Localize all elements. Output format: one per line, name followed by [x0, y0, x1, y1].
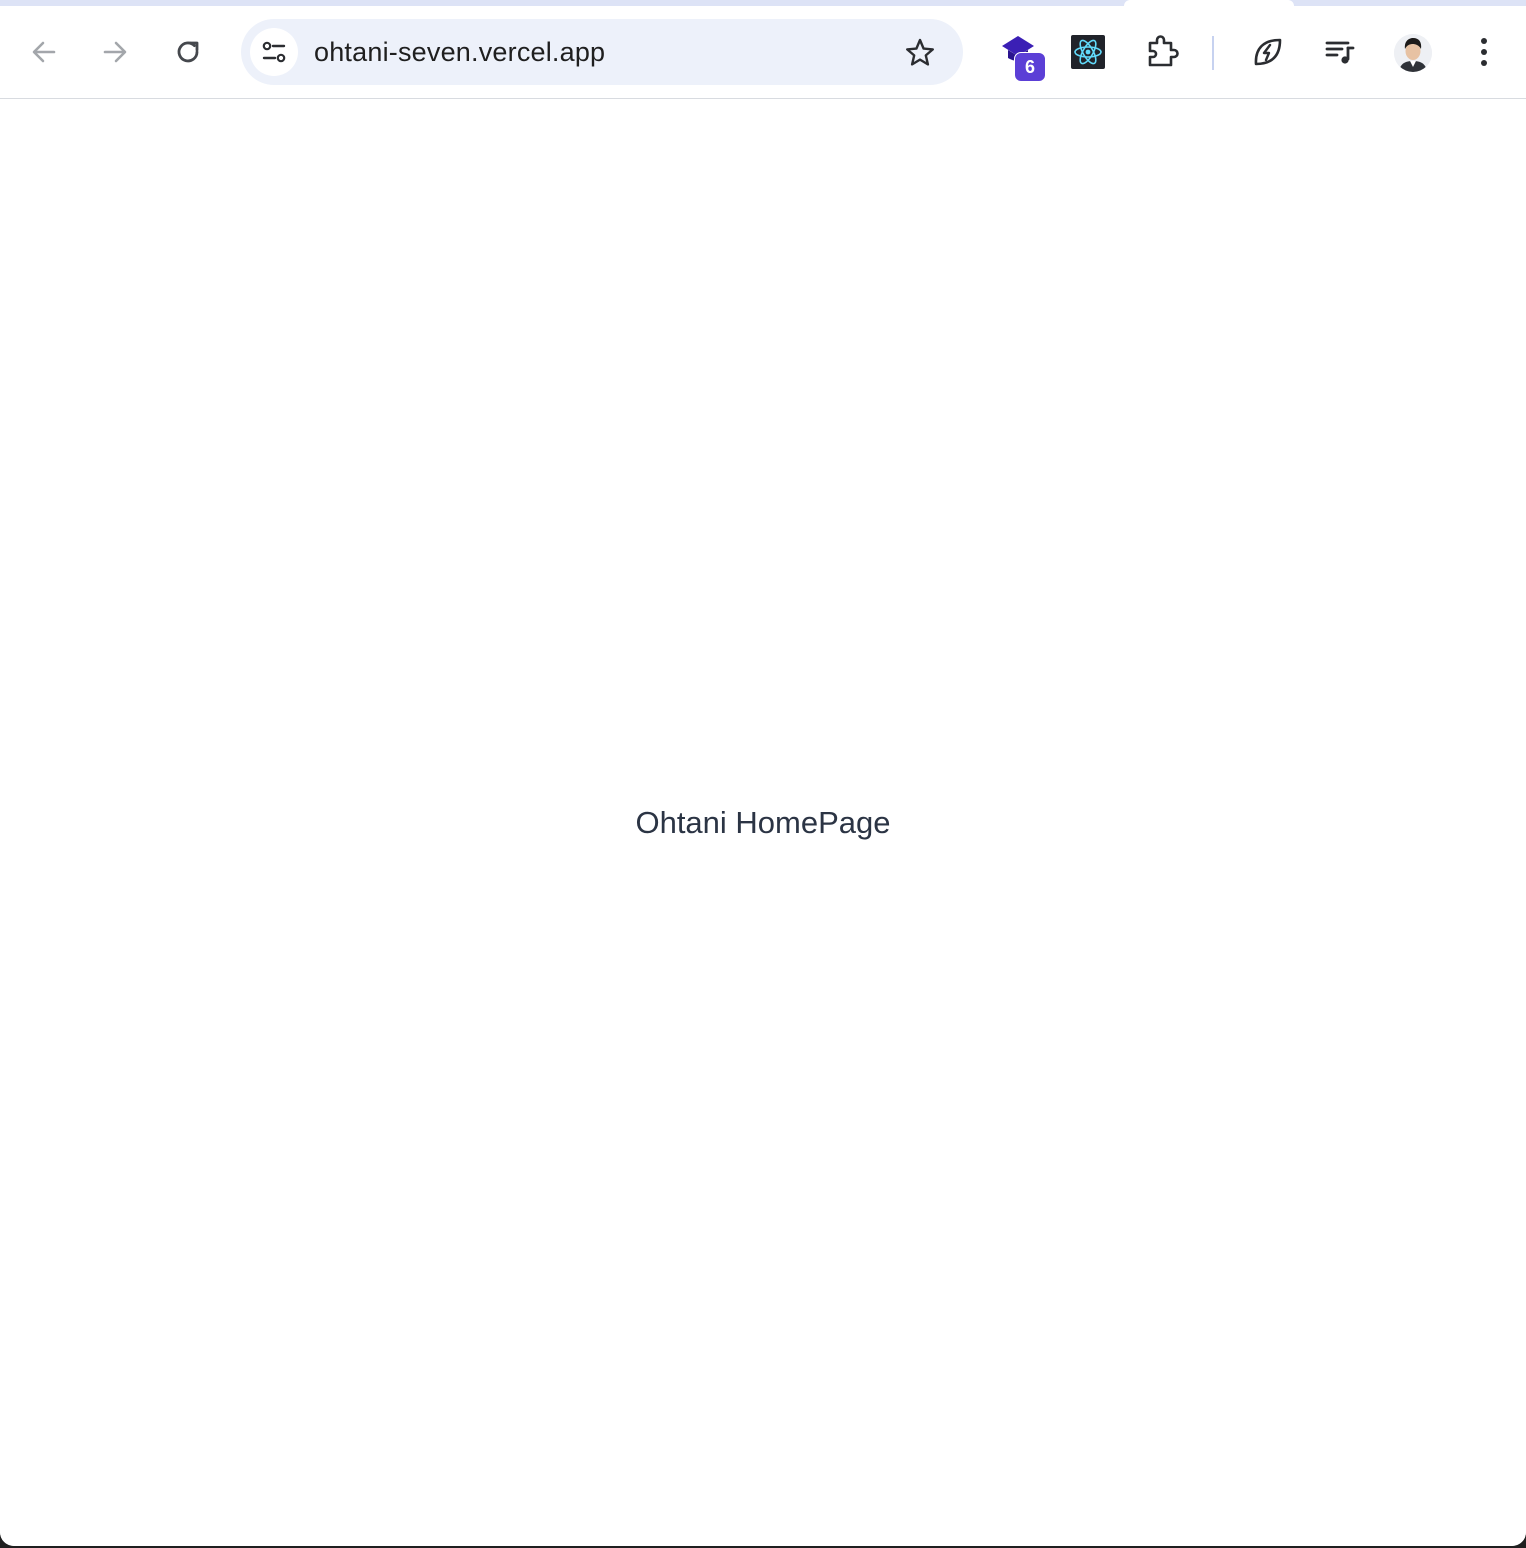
profile-photo-icon	[1394, 34, 1432, 72]
more-vertical-icon	[1481, 38, 1487, 66]
playlist-music-icon	[1325, 41, 1355, 64]
forward-button[interactable]	[93, 30, 137, 74]
media-controls-button[interactable]	[1316, 28, 1364, 76]
tune-settings-icon	[262, 41, 286, 63]
reload-button[interactable]	[166, 30, 210, 74]
browser-menu-button[interactable]	[1460, 28, 1508, 76]
toolbar-divider	[1212, 36, 1214, 70]
extensions-menu-button[interactable]	[1138, 28, 1186, 76]
browser-window: ohtani-seven.vercel.app 6 Ohtani HomePag…	[0, 0, 1526, 1546]
puzzle-extensions-icon	[1148, 35, 1179, 67]
url-text[interactable]: ohtani-seven.vercel.app	[314, 19, 605, 85]
star-icon	[906, 38, 934, 66]
back-button[interactable]	[22, 30, 66, 74]
site-info-button[interactable]	[250, 28, 298, 76]
arrow-right-icon	[103, 41, 127, 63]
profile-avatar[interactable]	[1394, 34, 1432, 72]
extension-badge: 6	[1014, 52, 1046, 82]
page-heading: Ohtani HomePage	[635, 805, 891, 840]
bookmark-star-button[interactable]	[903, 36, 937, 70]
reload-icon	[177, 41, 199, 63]
browser-toolbar: ohtani-seven.vercel.app 6	[0, 6, 1526, 99]
extension-react-devtools[interactable]	[1064, 28, 1112, 76]
arrow-left-icon	[32, 41, 56, 63]
address-bar[interactable]: ohtani-seven.vercel.app	[241, 19, 963, 85]
react-atom-icon	[1071, 35, 1105, 69]
bolt-leaf-icon	[1254, 38, 1282, 66]
extension-bolt-leaf[interactable]	[1244, 28, 1292, 76]
page-viewport: Ohtani HomePage	[0, 99, 1526, 1546]
